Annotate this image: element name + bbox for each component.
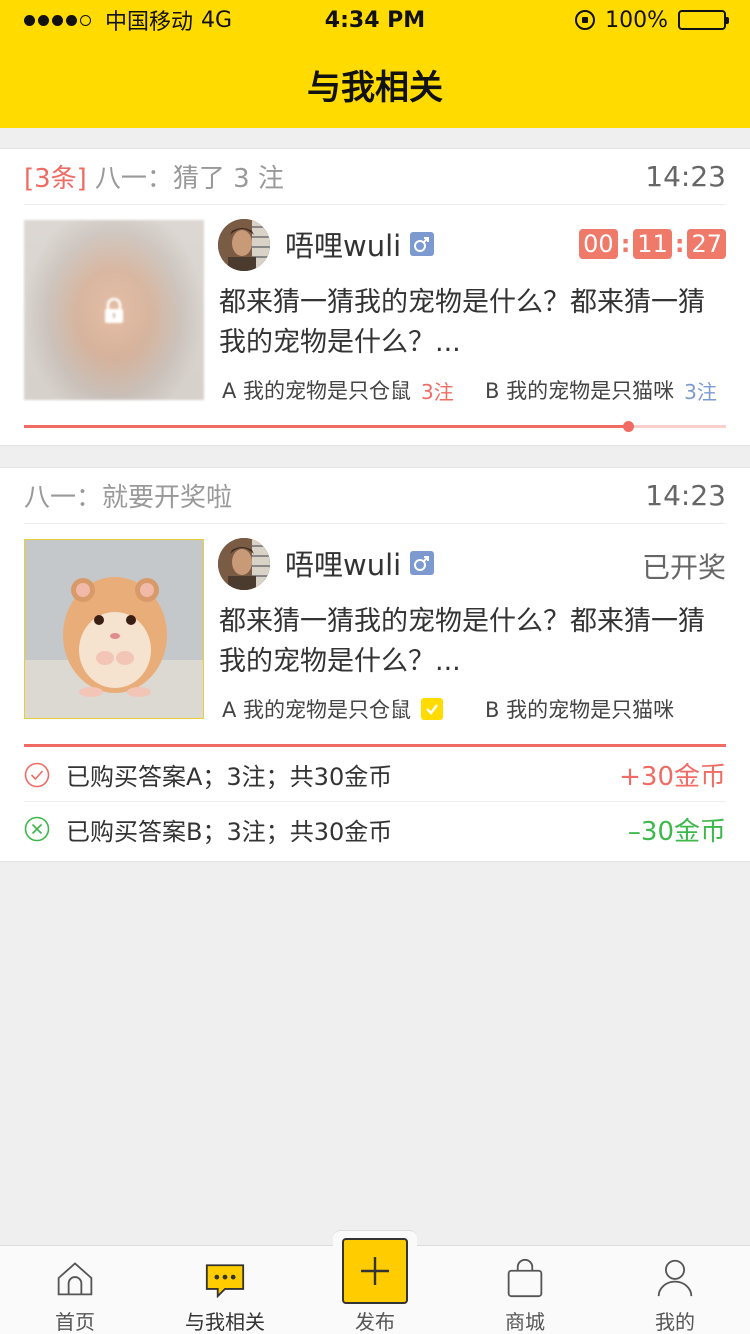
option-a[interactable]: A 我的宠物是只仓鼠 3注 xyxy=(222,375,454,405)
x-circle-icon xyxy=(24,816,50,842)
result-text: 已购买答案B；3注；共30金币 xyxy=(66,817,393,846)
locked-pet-image[interactable] xyxy=(24,220,204,400)
status-badge: 已开奖 xyxy=(641,551,726,584)
result-row-win: 已购买答案A；3注；共30金币 +30金币 xyxy=(24,748,726,802)
tab-related-label: 与我相关 xyxy=(185,1310,265,1334)
option-a-bets: 3注 xyxy=(421,379,454,404)
carrier-label: 中国移动 xyxy=(105,10,194,35)
user-icon xyxy=(657,1259,693,1297)
tab-related[interactable]: 与我相关 xyxy=(150,1246,300,1334)
home-icon xyxy=(57,1262,93,1296)
tab-mine[interactable]: 我的 xyxy=(600,1246,750,1334)
tab-mine-label: 我的 xyxy=(655,1310,695,1334)
guess-card-pending[interactable]: [3条] 八一：猜了 3 注 14:23 唔哩wuli 00: 11: 27… xyxy=(0,148,750,446)
question-text: 都来猜一猜我的宠物是什么？都来猜一猜我的宠物是什么？... xyxy=(219,287,705,358)
battery-percent: 100% xyxy=(605,7,668,33)
username[interactable]: 唔哩wuli xyxy=(285,542,401,584)
publish-label: 发布 xyxy=(355,1310,395,1334)
correct-check-icon xyxy=(421,698,444,720)
bet-ratio-knob xyxy=(622,421,634,432)
status-bar: 中国移动 4G 4:34 PM 100% xyxy=(0,0,750,40)
countdown-hours: 00 xyxy=(579,229,618,259)
option-b-bets: 3注 xyxy=(684,379,717,404)
divider xyxy=(24,744,726,747)
card-header: [3条] 八一：猜了 3 注 14:23 xyxy=(24,149,726,205)
plus-icon xyxy=(361,1257,389,1285)
card-title: 八一：猜了 3 注 xyxy=(94,164,284,194)
avatar[interactable] xyxy=(218,219,270,271)
chat-bubble-icon xyxy=(205,1264,245,1298)
rotation-lock-icon xyxy=(575,10,596,30)
signal-icon xyxy=(24,14,91,26)
male-icon xyxy=(410,551,434,575)
status-left: 中国移动 4G xyxy=(24,4,232,36)
option-b[interactable]: B 我的宠物是只猫咪 3注 xyxy=(485,375,717,405)
bet-ratio-bar xyxy=(24,421,726,432)
page-title: 与我相关 xyxy=(307,67,443,108)
countdown-timer: 00 : 11 : 27 xyxy=(579,229,726,259)
countdown-minutes: 11 xyxy=(633,229,672,259)
guess-card-finished[interactable]: 八一：就要开奖啦 14:23 唔哩wuli 已开奖 都来猜一猜我的宠物是什么？都… xyxy=(0,467,750,862)
option-a[interactable]: A 我的宠物是只仓鼠 xyxy=(222,694,444,724)
question-text: 都来猜一猜我的宠物是什么？都来猜一猜我的宠物是什么？... xyxy=(219,606,705,677)
countdown-seconds: 27 xyxy=(687,229,726,259)
tab-home[interactable]: 首页 xyxy=(0,1246,150,1334)
bet-ratio-fill xyxy=(24,425,628,428)
network-label: 4G xyxy=(201,7,233,33)
result-amount: +30金币 xyxy=(619,762,726,792)
card-time: 14:23 xyxy=(645,479,726,512)
card-header: 八一：就要开奖啦 14:23 xyxy=(24,468,726,524)
card-title: 八一：就要开奖啦 xyxy=(24,483,233,513)
tab-home-label: 首页 xyxy=(55,1310,95,1334)
pet-image[interactable] xyxy=(24,539,204,719)
status-right: 100% xyxy=(575,7,729,33)
publish-button[interactable] xyxy=(342,1238,408,1304)
battery-icon xyxy=(678,10,729,30)
option-a-label: A 我的宠物是只仓鼠 xyxy=(222,698,412,722)
result-row-lose: 已购买答案B；3注；共30金币 –30金币 xyxy=(24,802,726,856)
username[interactable]: 唔哩wuli xyxy=(285,223,401,265)
result-amount: –30金币 xyxy=(627,816,726,847)
avatar[interactable] xyxy=(218,538,270,590)
shopping-bag-icon xyxy=(507,1258,543,1298)
tab-mall[interactable]: 商城 xyxy=(450,1246,600,1334)
tab-mall-label: 商城 xyxy=(505,1310,545,1334)
result-text: 已购买答案A；3注；共30金币 xyxy=(66,763,393,791)
check-circle-icon xyxy=(24,762,50,787)
option-b-label: B 我的宠物是只猫咪 xyxy=(485,379,675,403)
hamster-image xyxy=(25,540,203,718)
option-a-label: A 我的宠物是只仓鼠 xyxy=(222,379,412,403)
option-b-label: B 我的宠物是只猫咪 xyxy=(485,698,675,722)
option-b[interactable]: B 我的宠物是只猫咪 xyxy=(485,694,674,724)
nav-header: 与我相关 xyxy=(0,40,750,128)
card-time: 14:23 xyxy=(645,160,726,193)
male-icon xyxy=(410,232,434,256)
lock-icon xyxy=(105,298,123,323)
count-tag: [3条] xyxy=(24,164,87,194)
